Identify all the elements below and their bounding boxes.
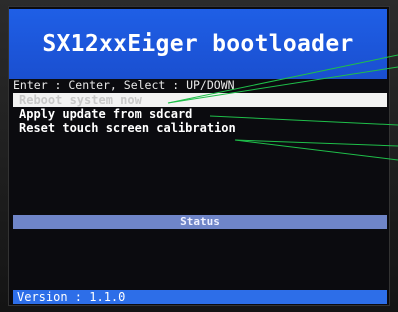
status-bar: Status: [13, 215, 387, 229]
version-bar: Version : 1.1.0: [13, 290, 387, 304]
menu-item-reset-touch-calibration[interactable]: Reset touch screen calibration: [13, 121, 387, 135]
menu-item-apply-update-sdcard[interactable]: Apply update from sdcard: [13, 107, 387, 121]
title-bar: SX12xxEiger bootloader: [9, 9, 387, 79]
navigation-instructions: Enter : Center, Select : UP/DOWN: [13, 78, 235, 92]
boot-menu: Reboot system now Apply update from sdca…: [13, 93, 387, 135]
menu-item-reboot-system[interactable]: Reboot system now: [13, 93, 387, 107]
bootloader-title: SX12xxEiger bootloader: [42, 31, 354, 57]
bootloader-screen: SX12xxEiger bootloader Enter : Center, S…: [8, 6, 390, 306]
